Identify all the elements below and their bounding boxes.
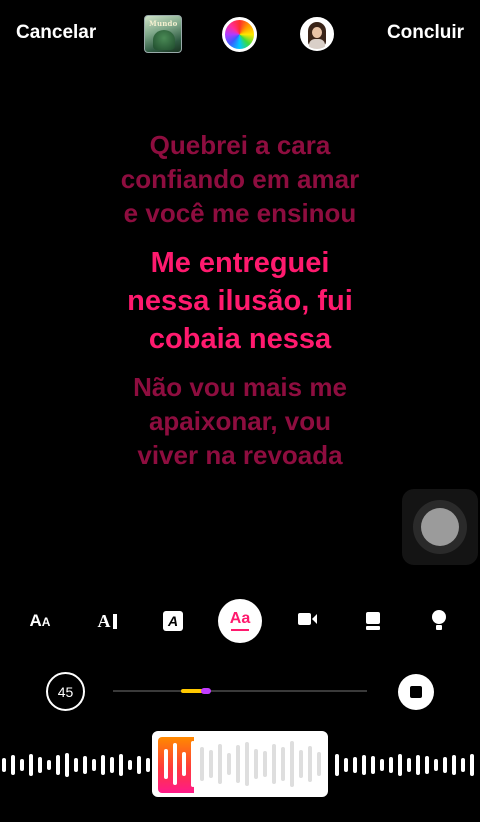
clip-progress-track[interactable] (113, 688, 367, 694)
assistive-touch-dot (421, 508, 459, 546)
card-icon (366, 612, 380, 630)
album-cover-thumbnail[interactable]: Mundo (144, 15, 182, 53)
text-cursor-icon: A (98, 611, 117, 632)
waveform-bar (452, 755, 456, 775)
waveform-bar (29, 754, 33, 776)
lyric-line: viver na revoada (137, 440, 343, 470)
waveform-bar (389, 757, 393, 773)
cancel-button[interactable]: Cancelar (16, 22, 96, 44)
lightbulb-button[interactable] (416, 598, 462, 644)
selection-waveform-bar (299, 750, 303, 778)
selection-waveform-bar (254, 749, 258, 779)
selection-waveform-bar (173, 743, 177, 785)
lyrics-display[interactable]: Quebrei a cara confiando em amar e você … (0, 128, 480, 472)
waveform-bar (56, 755, 60, 775)
waveform-bar (443, 757, 447, 773)
waveform-bar (20, 759, 24, 771)
video-camera-icon (297, 612, 317, 630)
waveform-bar (119, 754, 123, 776)
waveform-bar (470, 754, 474, 776)
selection-waveform-bar (290, 741, 294, 787)
selection-waveform-bar (209, 750, 213, 778)
selection-waveform-bar (281, 747, 285, 781)
avatar-face (312, 27, 322, 38)
waveform-bar (128, 760, 132, 770)
lyric-line-active: Me entreguei (150, 247, 330, 279)
selection-waveform-bar (236, 745, 240, 783)
selection-waveform-bar (218, 744, 222, 784)
selection-waveform-bar (182, 752, 186, 776)
next-lyric-lines: Não vou mais me apaixonar, vou viver na … (0, 370, 480, 472)
current-lyric-lines: Me entreguei nessa ilusão, fui cobaia ne… (0, 244, 480, 358)
top-bar: Cancelar Mundo Concluir (0, 0, 480, 70)
waveform-bar (2, 758, 6, 772)
waveform-bar (146, 758, 150, 772)
done-button[interactable]: Concluir (387, 22, 464, 44)
selection-waveform-bar (227, 753, 231, 775)
lyric-line: e você me ensinou (123, 198, 357, 228)
waveform-bar (92, 759, 96, 771)
waveform-bar (461, 758, 465, 772)
color-wheel-icon[interactable] (222, 17, 257, 52)
lyric-line: Não vou mais me (133, 372, 347, 402)
selection-waveform-bar (272, 744, 276, 784)
selection-waveform-bar (191, 741, 195, 787)
lyrics-style-toolbar: AA A A Aa (0, 598, 480, 644)
clip-progress-fill (181, 689, 203, 693)
waveform-bar (416, 755, 420, 775)
album-cover-art-text: Mundo (149, 19, 178, 28)
stop-button[interactable] (398, 674, 434, 710)
profile-avatar[interactable] (300, 17, 334, 51)
waveform-bar (110, 757, 114, 773)
lightbulb-icon (432, 610, 446, 632)
waveform-bar (407, 758, 411, 772)
selection-waveform-bar (164, 749, 168, 779)
duration-button[interactable]: 45 (46, 672, 85, 711)
lyric-line: Quebrei a cara (149, 130, 331, 160)
text-style-active-icon: Aa (218, 599, 262, 643)
previous-lyric-lines: Quebrei a cara confiando em amar e você … (0, 128, 480, 230)
waveform-bar (380, 759, 384, 771)
video-camera-button[interactable] (284, 598, 330, 644)
text-box-style-button[interactable]: A (150, 598, 196, 644)
waveform-bar (353, 757, 357, 773)
waveform-bar (38, 757, 42, 773)
lyric-line: confiando em amar (120, 164, 360, 194)
selection-waveform-bar (317, 752, 321, 776)
waveform-bar (74, 758, 78, 772)
text-box-icon: A (163, 611, 183, 631)
waveform-bar (344, 758, 348, 772)
waveform-bar (83, 756, 87, 774)
waveform-bar (425, 756, 429, 774)
lyric-line: apaixonar, vou (148, 406, 332, 436)
waveform-bar (434, 759, 438, 771)
waveform-bar (11, 755, 15, 775)
lyric-line-active: cobaia nessa (148, 323, 332, 355)
waveform-bar (398, 754, 402, 776)
audio-selection-window[interactable] (152, 731, 328, 797)
stop-icon (410, 686, 422, 698)
selection-waveform-bar (245, 742, 249, 786)
waveform-bar (371, 756, 375, 774)
waveform-bar (101, 755, 105, 775)
font-size-button[interactable]: AA (17, 598, 63, 644)
avatar-body (309, 39, 325, 49)
lyric-line-active: nessa ilusão, fui (127, 285, 353, 317)
font-size-icon: AA (29, 611, 51, 630)
album-cover-art (153, 30, 175, 50)
text-align-button[interactable]: A (84, 598, 130, 644)
waveform-bar (362, 755, 366, 775)
waveform-bar (47, 760, 51, 770)
selection-waveform-bar (308, 746, 312, 782)
card-style-button[interactable] (350, 598, 396, 644)
active-style-button[interactable]: Aa (217, 598, 263, 644)
assistive-touch-button[interactable] (402, 489, 478, 565)
selection-waveform-bar (263, 751, 267, 777)
waveform-bar (335, 754, 339, 776)
waveform-bar (65, 753, 69, 777)
selection-waveform-bar (200, 747, 204, 781)
waveform-bar (137, 756, 141, 774)
clip-progress-marker (201, 688, 211, 694)
